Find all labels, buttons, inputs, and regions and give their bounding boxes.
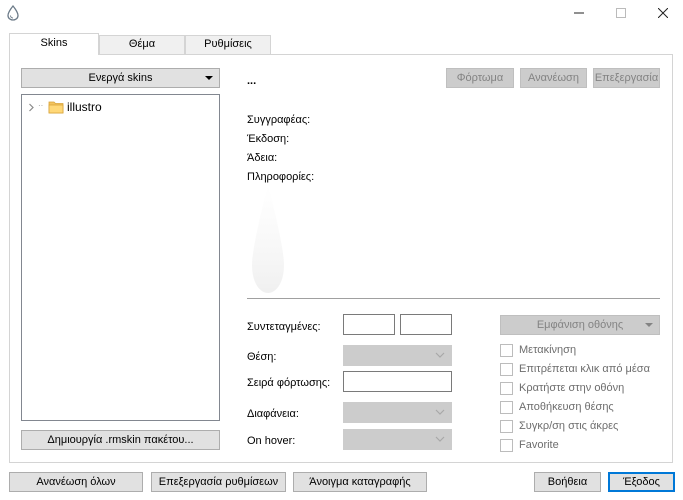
help-button[interactable]: Βοήθεια: [534, 472, 601, 492]
coord-y-input[interactable]: [400, 314, 452, 335]
on-hover-label: On hover:: [247, 435, 296, 447]
chevron-down-icon: [435, 409, 445, 415]
rainmeter-drop-icon: [6, 4, 20, 21]
refresh-button[interactable]: Ανανέωση: [520, 68, 587, 88]
checkbox-box[interactable]: [500, 438, 513, 452]
coord-x-input[interactable]: [343, 314, 395, 335]
load-order-input[interactable]: [343, 371, 452, 392]
minimize-icon[interactable]: [559, 0, 599, 26]
refresh-all-button[interactable]: Ανανέωση όλων: [9, 472, 143, 492]
checkbox-box[interactable]: [500, 419, 513, 433]
watermark-drop-icon: [252, 185, 284, 293]
draggable-checkbox[interactable]: Μετακίνηση: [500, 343, 576, 357]
create-package-button[interactable]: Δημιουργία .rmskin πακέτου...: [21, 430, 220, 450]
load-button[interactable]: Φόρτωμα: [446, 68, 514, 88]
keep-on-screen-checkbox[interactable]: Κρατήστε στην οθόνη: [500, 381, 624, 395]
position-select[interactable]: [343, 345, 452, 366]
active-skins-dropdown-label: Ενεργά skins: [88, 72, 153, 84]
save-position-checkbox[interactable]: Αποθήκευση θέσης: [500, 400, 614, 414]
exit-button[interactable]: Έξοδος: [608, 472, 675, 492]
checkbox-box[interactable]: [500, 381, 513, 395]
transparency-label: Διαφάνεια:: [247, 408, 299, 420]
tree-connector: ··: [38, 101, 44, 110]
checkbox-label: Favorite: [519, 439, 559, 451]
snap-to-edges-checkbox[interactable]: Συγκρ/ση στις άκρες: [500, 419, 618, 433]
folder-icon: [48, 100, 64, 114]
skin-name: ...: [247, 75, 257, 87]
info-label: Πληροφορίες:: [247, 171, 315, 183]
chevron-down-icon: [435, 436, 445, 442]
edit-button[interactable]: Επεξεργασία: [593, 68, 660, 88]
chevron-down-icon: [645, 323, 653, 327]
license-label: Άδεια:: [247, 152, 278, 164]
checkbox-label: Κρατήστε στην οθόνη: [519, 382, 625, 394]
coordinates-label: Συντεταγμένες:: [247, 321, 321, 333]
checkbox-box[interactable]: [500, 343, 513, 357]
tree-item-illustro[interactable]: ·· illustro: [28, 99, 102, 115]
checkbox-label: Συγκρ/ση στις άκρες: [519, 420, 619, 432]
active-skins-dropdown[interactable]: Ενεργά skins: [21, 68, 220, 88]
checkbox-label: Μετακίνηση: [519, 344, 577, 356]
on-hover-select[interactable]: [343, 429, 452, 450]
checkbox-box[interactable]: [500, 400, 513, 414]
position-label: Θέση:: [247, 351, 277, 363]
close-icon[interactable]: [643, 0, 683, 26]
tab-skins[interactable]: Skins: [9, 33, 99, 55]
maximize-icon[interactable]: [601, 0, 641, 26]
chevron-right-icon[interactable]: [28, 99, 36, 115]
click-through-checkbox[interactable]: Επιτρέπεται κλικ από μέσα: [500, 362, 650, 376]
load-order-label: Σειρά φόρτωσης:: [247, 377, 331, 389]
tab-theme[interactable]: Θέμα: [99, 35, 185, 54]
display-monitor-button[interactable]: Εμφάνιση οθόνης: [500, 315, 660, 335]
version-label: Έκδοση:: [247, 133, 290, 145]
display-monitor-button-label: Εμφάνιση οθόνης: [536, 319, 624, 331]
chevron-down-icon: [435, 352, 445, 358]
transparency-select[interactable]: [343, 402, 452, 423]
open-log-button[interactable]: Άνοιγμα καταγραφής: [293, 472, 427, 492]
tree-item-label: illustro: [67, 100, 102, 114]
title-bar: [0, 0, 683, 26]
author-label: Συγγραφέας:: [247, 114, 311, 126]
checkbox-label: Επιτρέπεται κλικ από μέσα: [519, 363, 650, 375]
section-divider: [247, 298, 660, 299]
favorite-checkbox[interactable]: Favorite: [500, 438, 559, 452]
skins-tree[interactable]: ·· illustro: [21, 94, 220, 421]
checkbox-label: Αποθήκευση θέσης: [519, 401, 614, 413]
checkbox-box[interactable]: [500, 362, 513, 376]
chevron-down-icon: [205, 76, 213, 80]
tab-settings[interactable]: Ρυθμίσεις: [185, 35, 271, 54]
edit-settings-button[interactable]: Επεξεργασία ρυθμίσεων: [151, 472, 286, 492]
